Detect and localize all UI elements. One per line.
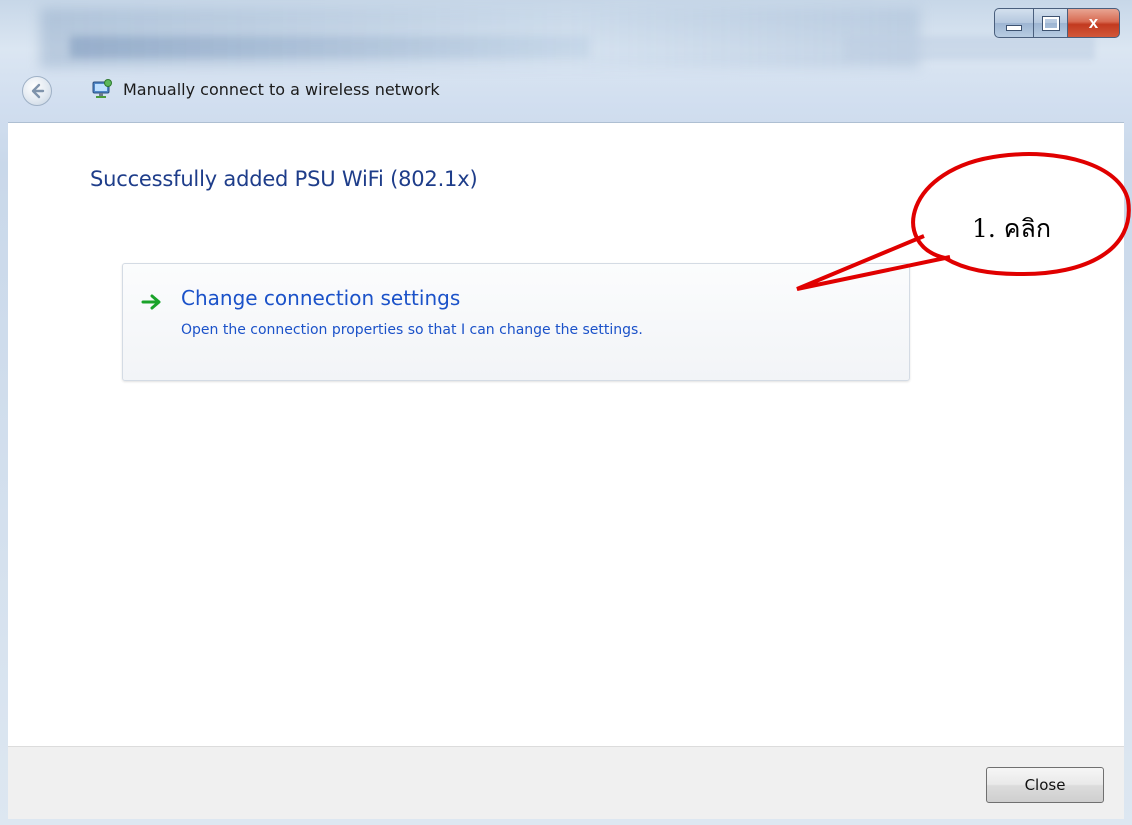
dialog-footer: Close: [8, 746, 1124, 819]
maximize-icon: [1041, 15, 1060, 31]
close-button[interactable]: Close: [986, 767, 1104, 803]
blurred-address-bar: [70, 36, 590, 58]
close-icon: x: [1088, 13, 1099, 32]
command-link-description: Open the connection properties so that I…: [181, 322, 643, 338]
window-close-button[interactable]: x: [1068, 8, 1120, 38]
green-arrow-icon: [141, 294, 161, 310]
back-button[interactable]: [22, 76, 52, 106]
maximize-button[interactable]: [1034, 8, 1068, 38]
wireless-network-icon: [92, 79, 112, 98]
back-arrow-icon: [31, 83, 45, 99]
blurred-search-box: [845, 36, 1095, 60]
dialog-window: x Manually connect to a wireless network…: [0, 0, 1132, 825]
change-connection-settings-link[interactable]: Change connection settings Open the conn…: [122, 263, 910, 381]
minimize-button[interactable]: [994, 8, 1034, 38]
minimize-icon: [1006, 25, 1022, 31]
caption-buttons: x: [994, 8, 1120, 38]
command-link-title: Change connection settings: [181, 286, 461, 310]
callout-label: 1. คลิก: [972, 214, 1051, 243]
success-title: Successfully added PSU WiFi (802.1x): [90, 167, 478, 191]
content-area: Successfully added PSU WiFi (802.1x) Cha…: [8, 122, 1124, 747]
window-header-title: Manually connect to a wireless network: [123, 80, 440, 99]
